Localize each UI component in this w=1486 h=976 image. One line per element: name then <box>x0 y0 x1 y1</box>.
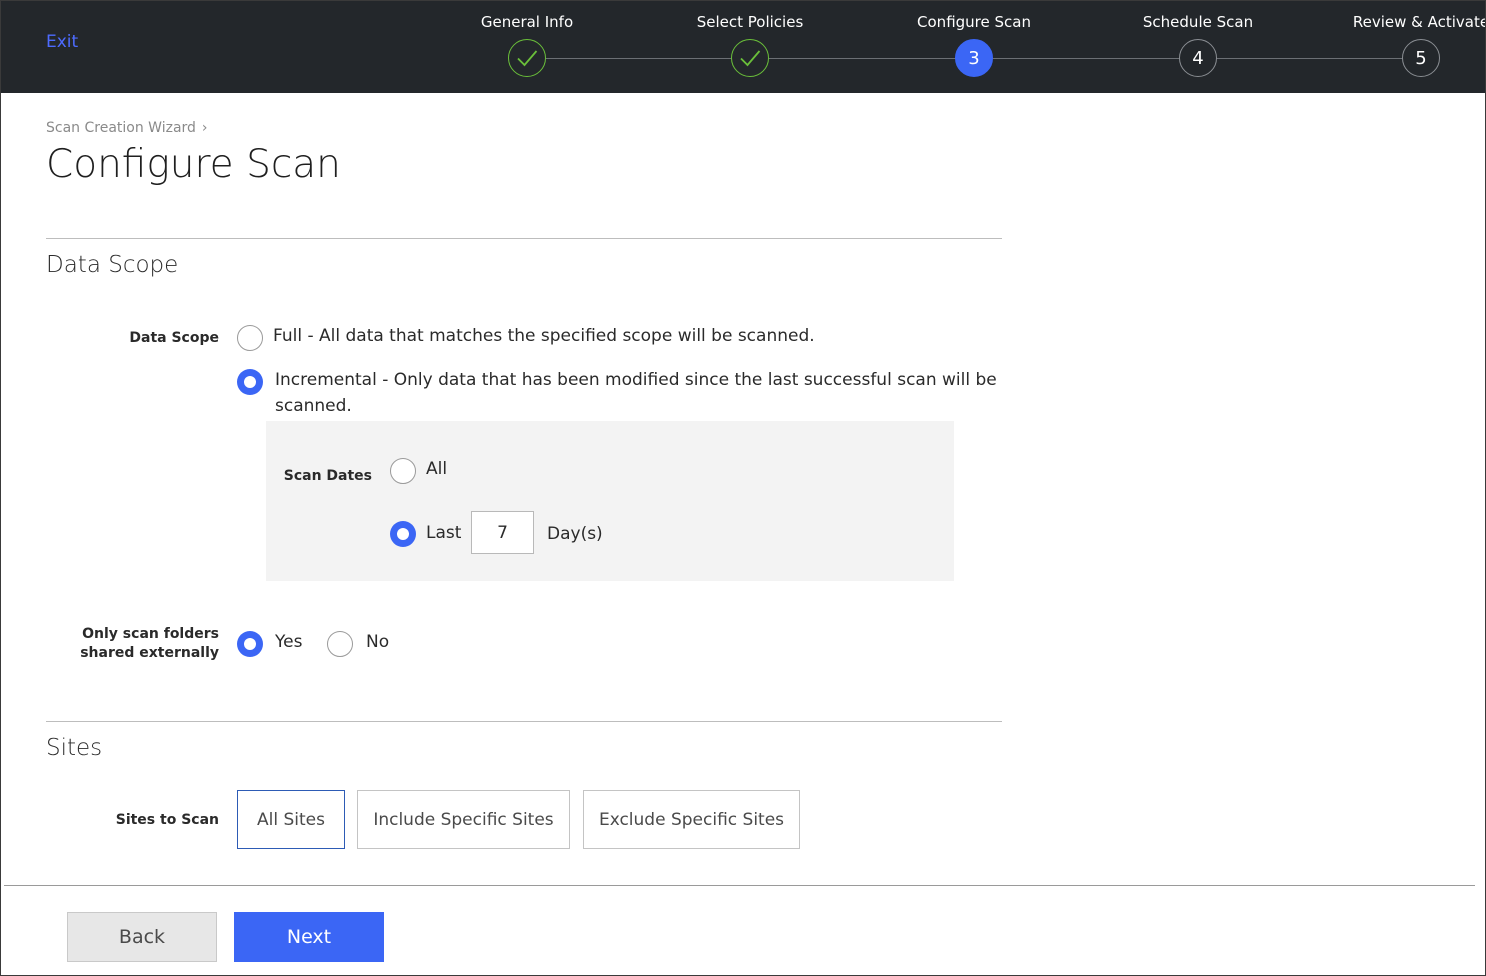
exclude-specific-sites-button[interactable]: Exclude Specific Sites <box>583 790 800 849</box>
step-label: Review & Activate <box>1352 13 1486 31</box>
radio-shared-no-label: No <box>366 632 390 652</box>
data-scope-label: Data Scope <box>129 330 219 346</box>
shared-externally-label-line2: shared externally <box>80 645 219 661</box>
step-complete-indicator <box>731 39 769 77</box>
footer-divider <box>4 885 1475 886</box>
back-button[interactable]: Back <box>67 912 217 962</box>
step-number: 5 <box>1402 39 1440 77</box>
step-review-activate[interactable]: Review & Activate 5 <box>1311 1 1486 93</box>
step-label: General Info <box>480 13 574 31</box>
check-icon <box>517 50 538 67</box>
step-number: 3 <box>955 39 993 77</box>
section-divider <box>46 238 1002 239</box>
wizard-window: Exit General Info Select Policies Config… <box>0 0 1486 976</box>
step-label: Configure Scan <box>917 13 1031 31</box>
exit-link[interactable]: Exit <box>46 32 78 52</box>
step-number: 4 <box>1179 39 1217 77</box>
radio-scan-dates-all-label: All <box>426 459 448 479</box>
shared-externally-label: Only scan folders shared externally <box>61 625 219 663</box>
next-button[interactable]: Next <box>234 912 384 962</box>
chevron-right-icon: › <box>201 120 208 136</box>
wizard-header: Exit General Info Select Policies Config… <box>1 1 1486 93</box>
step-schedule-scan[interactable]: Schedule Scan 4 <box>1088 1 1308 93</box>
page-title: Configure Scan <box>46 142 341 187</box>
radio-full[interactable] <box>237 325 263 351</box>
check-icon <box>740 50 761 67</box>
scan-dates-panel <box>266 421 954 581</box>
section-title-data-scope: Data Scope <box>46 252 179 278</box>
radio-incremental-label: Incremental - Only data that has been mo… <box>275 370 997 390</box>
days-unit-label: Day(s) <box>547 524 603 544</box>
section-title-sites: Sites <box>46 735 103 761</box>
radio-full-label: Full - All data that matches the specifi… <box>273 326 815 346</box>
scan-dates-label: Scan Dates <box>283 468 372 484</box>
step-label: Schedule Scan <box>1142 13 1254 31</box>
radio-incremental-label-cont: scanned. <box>275 396 352 416</box>
sites-to-scan-label: Sites to Scan <box>115 812 219 828</box>
radio-shared-yes[interactable] <box>237 631 263 657</box>
radio-scan-dates-last[interactable] <box>390 521 416 547</box>
radio-incremental[interactable] <box>237 369 263 395</box>
breadcrumb: Scan Creation Wizard › <box>46 120 208 136</box>
days-input[interactable] <box>471 511 534 554</box>
shared-externally-label-line1: Only scan folders <box>82 626 219 642</box>
radio-scan-dates-all[interactable] <box>390 458 416 484</box>
radio-scan-dates-last-label: Last <box>426 523 462 543</box>
breadcrumb-item[interactable]: Scan Creation Wizard <box>46 120 196 136</box>
section-divider <box>46 721 1002 722</box>
radio-shared-no[interactable] <box>327 631 353 657</box>
step-complete-indicator <box>508 39 546 77</box>
step-label: Select Policies <box>696 13 804 31</box>
radio-shared-yes-label: Yes <box>275 632 303 652</box>
include-specific-sites-button[interactable]: Include Specific Sites <box>357 790 570 849</box>
all-sites-button[interactable]: All Sites <box>237 790 345 849</box>
step-configure-scan[interactable]: Configure Scan 3 <box>864 1 1084 93</box>
step-select-policies[interactable]: Select Policies <box>640 1 860 93</box>
step-general-info[interactable]: General Info <box>417 1 637 93</box>
